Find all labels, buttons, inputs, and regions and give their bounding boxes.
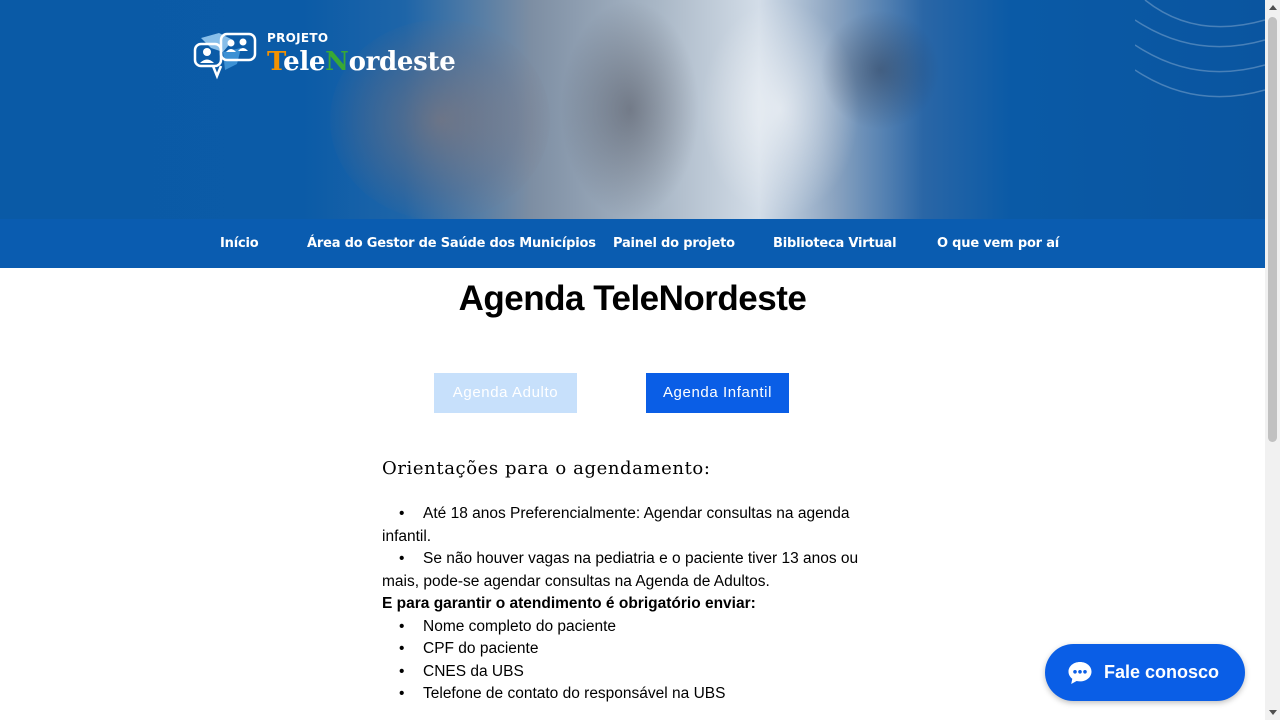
- list-item-text: Telefone de contato do responsável na UB…: [423, 685, 726, 702]
- banner-photo-blur: [560, 0, 700, 219]
- list-item-text: Até 18 anos Preferencialmente: Agendar c…: [423, 505, 850, 522]
- list-item: • CPF do paciente: [382, 638, 882, 661]
- scroll-down-arrow-icon[interactable]: [1269, 710, 1277, 715]
- list-item-text: Se não houver vagas na pediatria e o pac…: [423, 550, 859, 567]
- scrollbar-thumb[interactable]: [1268, 17, 1277, 442]
- required-heading: E para garantir o atendimento é obrigató…: [382, 595, 756, 612]
- fale-conosco-button[interactable]: Fale conosco: [1045, 644, 1245, 701]
- nav-item-o-que-vem[interactable]: O que vem por aí: [937, 219, 1059, 268]
- bullet: •: [399, 505, 405, 522]
- list-item-text: CNES da UBS: [423, 662, 524, 680]
- people-chat-logo-icon: [193, 32, 257, 80]
- list-item: • Telefone de contato do responsável na U…: [382, 683, 882, 706]
- list-item-text: CPF do paciente: [423, 640, 539, 657]
- banner-photo-blur: [820, 10, 940, 130]
- page-scrollbar[interactable]: [1265, 0, 1280, 720]
- header-banner: PROJETO TeleNordeste: [0, 0, 1265, 219]
- main-nav: Início Área do Gestor de Saúde dos Munic…: [0, 219, 1265, 268]
- bullet: •: [399, 617, 405, 635]
- orientations-text: • Até 18 anos Preferencialmente: Agendar …: [382, 503, 882, 706]
- list-item-continuation: mais, pode-se agendar consultas na Agend…: [382, 572, 770, 590]
- list-item: • Até 18 anos Preferencialmente: Agendar …: [382, 503, 882, 526]
- nav-item-area-gestor[interactable]: Área do Gestor de Saúde dos Municípios: [307, 219, 596, 268]
- page-title: Agenda TeleNordeste: [458, 279, 807, 318]
- scroll-up-arrow-icon[interactable]: [1269, 5, 1277, 10]
- logo-text: PROJETO TeleNordeste: [267, 30, 456, 77]
- bullet: •: [399, 662, 405, 680]
- list-item-text: Nome completo do paciente: [423, 617, 617, 635]
- bullet: •: [399, 685, 405, 702]
- logo-letter-n: N: [325, 47, 349, 77]
- bullet: •: [399, 550, 405, 567]
- list-item-continuation: infantil.: [382, 527, 432, 545]
- fale-conosco-label: Fale conosco: [1104, 662, 1220, 682]
- agenda-infantil-button[interactable]: Agenda Infantil: [646, 373, 789, 413]
- nav-item-painel[interactable]: Painel do projeto: [613, 219, 735, 268]
- logo-letter-t: T: [267, 47, 284, 77]
- chat-bubble-icon: [1068, 661, 1092, 684]
- logo-big-text: TeleNordeste: [267, 47, 456, 77]
- agenda-adulto-button[interactable]: Agenda Adulto: [434, 373, 577, 413]
- logo-small-text: PROJETO: [267, 31, 329, 45]
- nav-item-inicio[interactable]: Início: [220, 219, 259, 268]
- list-item: • CNES da UBS: [382, 661, 882, 684]
- site-logo[interactable]: PROJETO TeleNordeste: [193, 30, 456, 82]
- bullet: •: [399, 640, 405, 657]
- nav-item-biblioteca[interactable]: Biblioteca Virtual: [773, 219, 897, 268]
- list-item: • Nome completo do paciente: [382, 616, 882, 639]
- decorative-lines: [1135, 0, 1265, 98]
- orientations-heading: Orientações para o agendamento:: [382, 458, 711, 479]
- list-item: • Se não houver vagas na pediatria e o pa…: [382, 548, 882, 571]
- orientations-section: Orientações para o agendamento: • Até 18 …: [382, 458, 882, 706]
- logo-ele: ele: [283, 47, 326, 77]
- logo-ordeste: ordeste: [348, 47, 456, 77]
